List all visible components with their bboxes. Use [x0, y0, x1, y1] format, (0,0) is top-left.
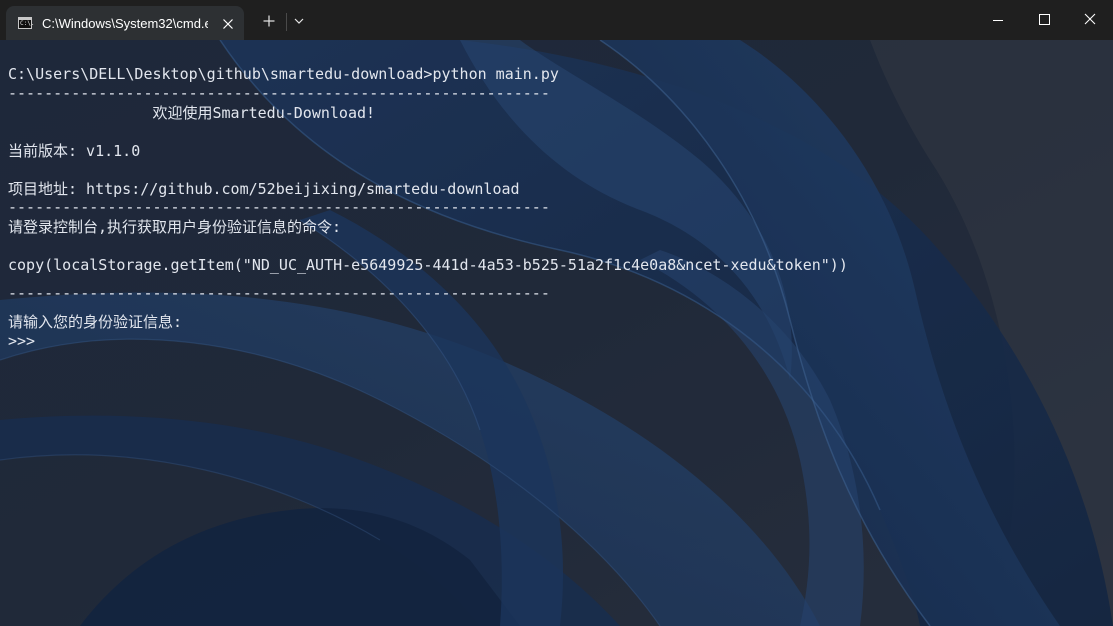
tab-title: C:\Windows\System32\cmd.e — [42, 16, 208, 31]
separator-line: ----------------------------------------… — [8, 284, 550, 302]
new-tab-button[interactable] — [256, 8, 282, 34]
tab-cmd[interactable]: C:\. C:\Windows\System32\cmd.e — [6, 6, 244, 40]
wallpaper-bloom-image — [0, 40, 1113, 626]
separator-line: ----------------------------------------… — [8, 198, 550, 216]
close-window-button[interactable] — [1067, 0, 1113, 40]
repl-prompt[interactable]: >>> — [8, 332, 35, 351]
cmd-icon-label: C:\. — [20, 20, 35, 27]
login-hint-line: 请登录控制台,执行获取用户身份验证信息的命令: — [8, 218, 342, 236]
minimize-button[interactable] — [975, 0, 1021, 40]
version-line: 当前版本: v1.1.0 — [8, 142, 141, 160]
minimize-icon — [993, 20, 1003, 21]
close-icon — [223, 19, 233, 29]
plus-icon — [263, 15, 275, 27]
project-url-line: 项目地址: https://github.com/52beijixing/sma… — [8, 180, 520, 198]
command-line: copy(localStorage.getItem("ND_UC_AUTH-e5… — [8, 256, 848, 274]
terminal-area[interactable]: C:\Users\DELL\Desktop\github\smartedu-do… — [0, 40, 1113, 626]
tab-dropdown-button[interactable] — [286, 8, 312, 34]
terminal-window: C:\. C:\Windows\System32\cmd.e C:\Users\… — [0, 0, 1113, 626]
title-bar[interactable]: C:\. C:\Windows\System32\cmd.e — [0, 0, 1113, 40]
separator-line: ----------------------------------------… — [8, 84, 550, 102]
maximize-button[interactable] — [1021, 0, 1067, 40]
prompt-command-line: C:\Users\DELL\Desktop\github\smartedu-do… — [8, 65, 559, 83]
input-prompt-line: 请输入您的身份验证信息: — [8, 313, 183, 331]
welcome-line: 欢迎使用Smartedu-Download! — [8, 104, 376, 122]
cmd-icon: C:\. — [18, 17, 35, 29]
chevron-down-icon — [294, 18, 304, 24]
maximize-icon — [1039, 14, 1050, 25]
close-icon — [1084, 13, 1096, 25]
tab-close-button[interactable] — [218, 14, 238, 34]
